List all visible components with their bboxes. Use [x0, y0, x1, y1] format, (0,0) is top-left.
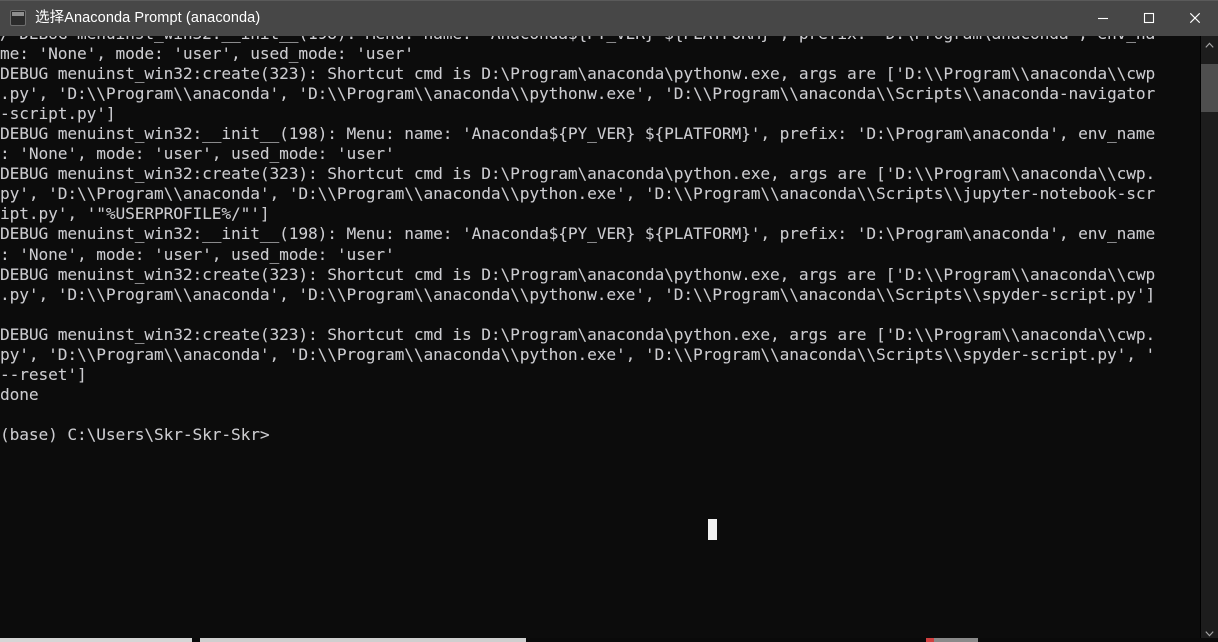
console-output: / DEBUG menuinst_win32:__init__(198): Me… [0, 36, 1156, 444]
taskbar-segment [192, 638, 200, 642]
console-body[interactable]: / DEBUG menuinst_win32:__init__(198): Me… [0, 36, 1218, 642]
taskbar-sliver [0, 638, 1218, 642]
window-title: 选择Anaconda Prompt (anaconda) [35, 10, 261, 26]
console-text-area[interactable]: / DEBUG menuinst_win32:__init__(198): Me… [0, 36, 1200, 642]
maximize-button[interactable] [1126, 0, 1172, 36]
title-bar[interactable]: 选择Anaconda Prompt (anaconda) [0, 0, 1218, 36]
scroll-up-arrow-icon[interactable] [1201, 36, 1218, 54]
close-button[interactable] [1172, 0, 1218, 36]
taskbar-segment [978, 638, 1218, 642]
taskbar-segment [926, 638, 934, 642]
console-window: 选择Anaconda Prompt (anaconda) / DEBUG men… [0, 0, 1218, 642]
console-icon [10, 10, 26, 26]
minimize-button[interactable] [1080, 0, 1126, 36]
taskbar-segment [0, 638, 192, 642]
taskbar-segment [934, 638, 978, 642]
scrollbar-track[interactable] [1201, 54, 1218, 624]
taskbar-segment [200, 638, 526, 642]
vertical-scrollbar[interactable] [1200, 36, 1218, 642]
taskbar-segment [526, 638, 926, 642]
scrollbar-thumb[interactable] [1201, 64, 1218, 113]
text-cursor [708, 519, 717, 540]
